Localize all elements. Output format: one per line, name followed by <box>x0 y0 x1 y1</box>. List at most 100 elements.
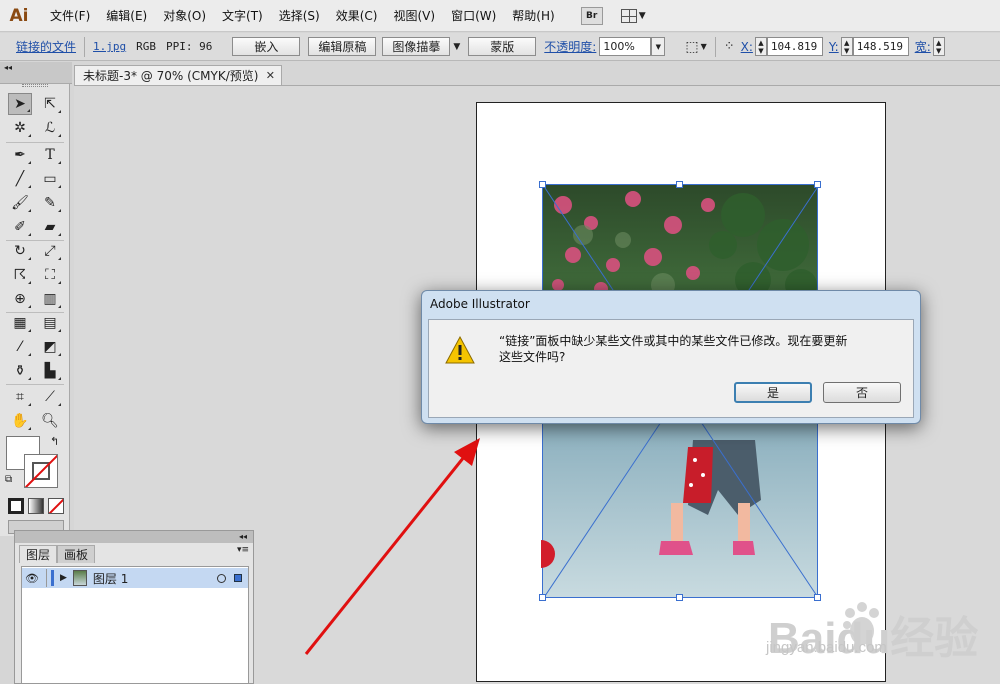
dialog-message-line-1: “链接”面板中缺少某些文件或其中的某些文件已修改。现在要更新 <box>499 334 848 348</box>
transform-reference-icon[interactable]: ⬚ <box>685 39 698 55</box>
scale-tool-icon[interactable]: ⤢ <box>38 240 62 262</box>
selection-tool-icon[interactable]: ➤ <box>8 93 32 115</box>
toolbox-grip <box>22 84 48 87</box>
linked-file-link[interactable]: 链接的文件 <box>16 38 76 55</box>
embed-button[interactable]: 嵌入 <box>232 37 301 56</box>
slice-tool-icon[interactable]: ⟋ <box>38 386 62 408</box>
opacity-link[interactable]: 不透明度: <box>544 38 596 55</box>
no-button[interactable]: 否 <box>823 382 901 403</box>
arrange-grid-icon <box>620 8 637 23</box>
image-trace-dropdown-icon[interactable]: ▼ <box>453 42 460 52</box>
x-stepper-icon[interactable]: ▲ ▼ <box>754 37 767 56</box>
control-bar: 链接的文件 1.jpg RGB PPI: 96 嵌入 编辑原稿 图像描摹 ▼ 蒙… <box>0 33 1000 61</box>
reference-point-icon[interactable]: ⁘ <box>724 39 735 54</box>
menu-file[interactable]: 文件(F) <box>42 7 98 24</box>
selection-handle[interactable] <box>676 181 683 188</box>
blob-brush-tool-icon[interactable]: ✐ <box>8 216 32 238</box>
layer-name[interactable]: 图层 1 <box>93 570 128 587</box>
warp-tool-icon[interactable]: ☈ <box>8 264 32 286</box>
type-tool-icon[interactable]: T <box>38 144 62 166</box>
tab-layers[interactable]: 图层 <box>19 545 58 563</box>
eye-icon[interactable]: 👁︎ <box>22 572 42 585</box>
y-input[interactable]: 148.519 <box>852 37 909 56</box>
rotate-tool-icon[interactable]: ↻ <box>8 240 32 262</box>
swap-fill-stroke-icon[interactable]: ↰ <box>50 435 59 448</box>
line-tool-icon[interactable]: ╱ <box>8 168 32 190</box>
file-name-link[interactable]: 1.jpg <box>93 40 126 53</box>
menu-select[interactable]: 选择(S) <box>271 7 328 24</box>
target-icon[interactable] <box>217 573 226 583</box>
selection-handle[interactable] <box>814 181 821 188</box>
width-stepper-icon[interactable]: ▲ ▼ <box>932 37 945 56</box>
arrange-documents-button[interactable]: ▼ <box>620 7 655 25</box>
selection-indicator-icon[interactable] <box>234 574 242 582</box>
panel-collapse-icon[interactable]: ◂◂ <box>15 531 253 543</box>
opacity-dropdown-icon[interactable]: ▼ <box>651 37 666 56</box>
divider <box>6 384 64 385</box>
selection-handle[interactable] <box>676 594 683 601</box>
image-trace-button[interactable]: 图像描摹 <box>382 37 451 56</box>
document-tab[interactable]: 未标题-3* @ 70% (CMYK/预览) ✕ <box>74 65 282 85</box>
stroke-swatch[interactable] <box>24 454 58 488</box>
divider <box>84 36 86 57</box>
close-icon[interactable]: ✕ <box>266 69 275 82</box>
y-stepper-icon[interactable]: ▲ ▼ <box>840 37 853 56</box>
dialog-body: “链接”面板中缺少某些文件或其中的某些文件已修改。现在要更新 这些文件吗? 是 … <box>428 319 914 418</box>
blend-tool-icon[interactable]: ◩ <box>38 336 62 358</box>
bridge-button[interactable]: Br <box>580 6 603 25</box>
rectangle-tool-icon[interactable]: ▭ <box>38 168 62 190</box>
width-label: 宽: <box>914 40 931 54</box>
shape-builder-tool-icon[interactable]: ⊕ <box>8 288 32 310</box>
menu-edit[interactable]: 编辑(E) <box>98 7 155 24</box>
perspective-grid-tool-icon[interactable]: ▥ <box>38 288 62 310</box>
opacity-input[interactable]: 100% <box>599 37 652 56</box>
dialog-message-line-2: 这些文件吗? <box>499 350 566 364</box>
lasso-tool-icon[interactable]: ℒ <box>38 117 62 139</box>
tab-artboards[interactable]: 画板 <box>57 545 96 563</box>
default-fill-stroke-icon[interactable]: ⧉ <box>5 474 12 485</box>
chevron-down-icon[interactable]: ▼ <box>701 42 707 51</box>
menu-view[interactable]: 视图(V) <box>385 7 443 24</box>
none-mode-icon[interactable] <box>48 498 64 514</box>
column-graph-tool-icon[interactable]: ▙ <box>38 360 62 382</box>
divider <box>714 36 716 57</box>
panel-menu-icon[interactable]: ▾≡ <box>237 545 249 555</box>
chevron-down-icon: ▼ <box>638 10 646 21</box>
free-transform-tool-icon[interactable]: ⛶ <box>38 264 62 286</box>
eraser-tool-icon[interactable]: ▰ <box>38 216 62 238</box>
pen-tool-icon[interactable]: ✒ <box>8 144 32 166</box>
menu-list: 文件(F) 编辑(E) 对象(O) 文字(T) 选择(S) 效果(C) 视图(V… <box>42 7 563 24</box>
yes-button[interactable]: 是 <box>734 382 812 403</box>
gradient-tool-icon[interactable]: ▤ <box>38 312 62 334</box>
toolbox: ➤ ⇱ ✲ ℒ ✒ T ╱ ▭ 🖌 ✎ ✐ ▰ ↻ ⤢ ☈ ⛶ ⊕ ▥ ▦ ▤ … <box>0 84 70 536</box>
direct-selection-tool-icon[interactable]: ⇱ <box>38 93 62 115</box>
magic-wand-tool-icon[interactable]: ✲ <box>8 117 32 139</box>
selection-handle[interactable] <box>539 594 546 601</box>
annotation-arrow <box>304 438 480 655</box>
gradient-mode-icon[interactable] <box>28 498 44 514</box>
warning-icon <box>445 336 475 364</box>
mask-button[interactable]: 蒙版 <box>468 37 537 56</box>
ppi-text: PPI: 96 <box>166 40 213 53</box>
menu-window[interactable]: 窗口(W) <box>443 7 504 24</box>
zoom-tool-icon[interactable]: 🔍︎ <box>38 410 62 432</box>
edit-original-button[interactable]: 编辑原稿 <box>308 37 377 56</box>
expand-triangle-icon[interactable]: ▶ <box>60 573 67 583</box>
artboard-tool-icon[interactable]: ⌗ <box>8 386 32 408</box>
selection-handle[interactable] <box>539 181 546 188</box>
menu-help[interactable]: 帮助(H) <box>504 7 562 24</box>
color-mode-icon[interactable] <box>8 498 24 514</box>
mesh-tool-icon[interactable]: ▦ <box>8 312 32 334</box>
x-input[interactable]: 104.819 <box>766 37 823 56</box>
collapse-icon[interactable]: ◂◂ <box>4 63 12 72</box>
pencil-tool-icon[interactable]: ✎ <box>38 192 62 214</box>
paintbrush-tool-icon[interactable]: 🖌 <box>8 192 32 214</box>
hand-tool-icon[interactable]: ✋ <box>8 410 32 432</box>
watermark-url: jingyan.baidu.com <box>766 639 887 656</box>
menu-type[interactable]: 文字(T) <box>214 7 271 24</box>
menu-object[interactable]: 对象(O) <box>155 7 214 24</box>
layer-row[interactable]: 👁︎ ▶ 图层 1 <box>22 568 248 588</box>
symbol-sprayer-tool-icon[interactable]: ⚱ <box>8 360 32 382</box>
eyedropper-tool-icon[interactable]: ⁄ <box>8 336 32 358</box>
menu-effect[interactable]: 效果(C) <box>328 7 386 24</box>
